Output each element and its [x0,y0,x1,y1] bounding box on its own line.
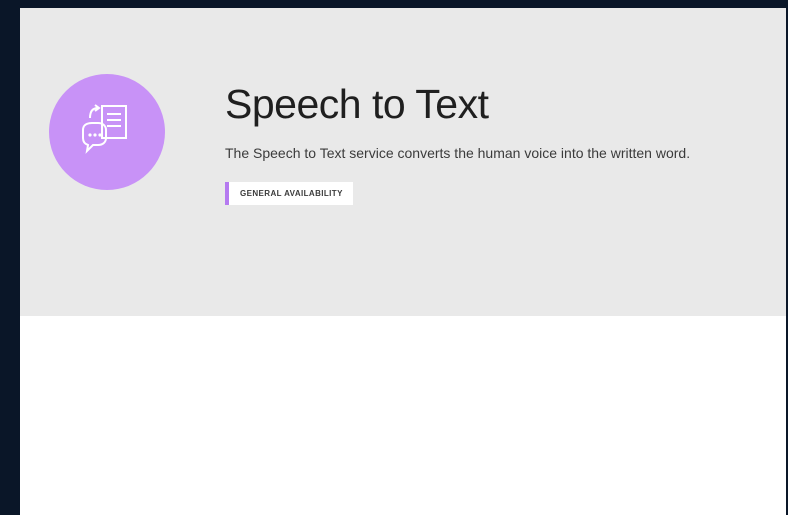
main-content [20,316,786,515]
status-badge: GENERAL AVAILABILITY [225,182,353,205]
page-title: Speech to Text [225,81,489,127]
service-page: Speech to Text The Speech to Text servic… [20,8,786,515]
service-description: The Speech to Text service converts the … [225,145,691,161]
service-header: Speech to Text The Speech to Text servic… [225,76,745,205]
speech-to-text-glyph [82,104,127,154]
service-hero: Speech to Text The Speech to Text servic… [20,8,786,316]
speech-to-text-icon [49,74,165,190]
